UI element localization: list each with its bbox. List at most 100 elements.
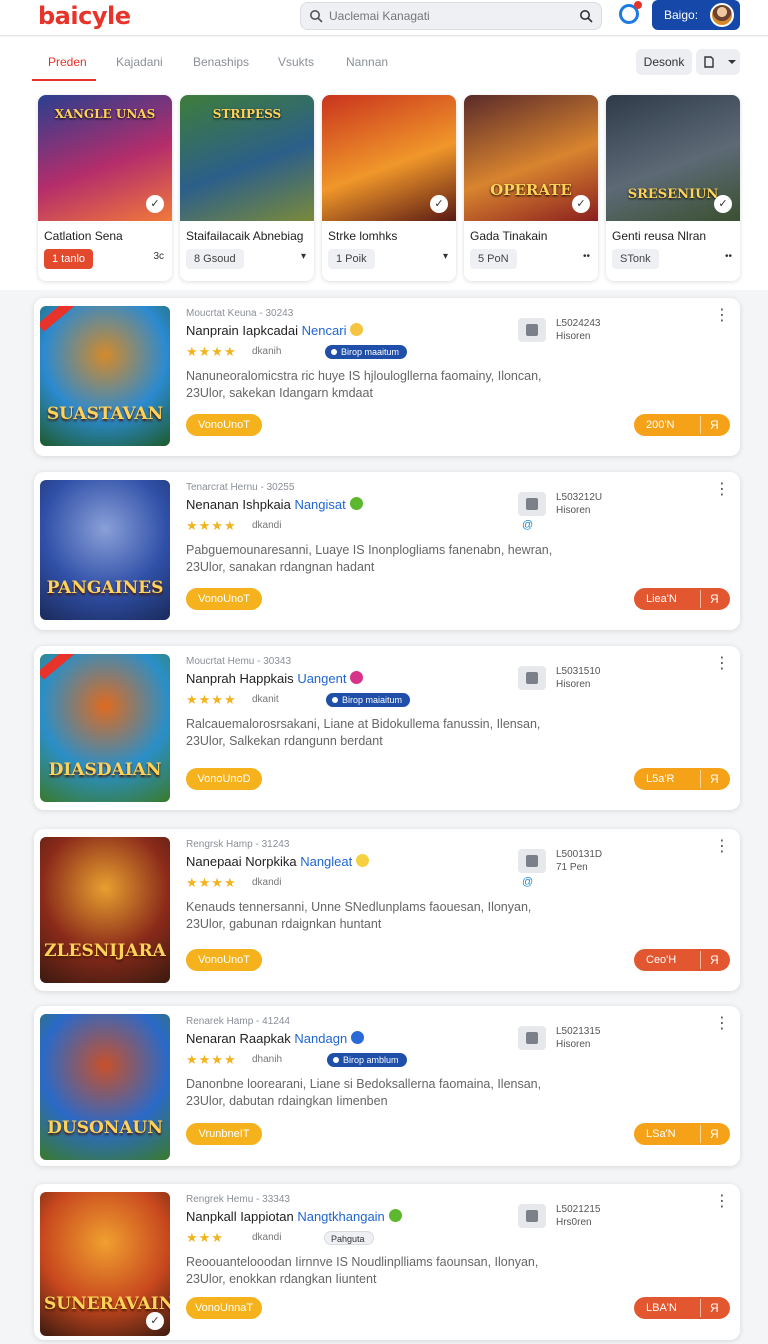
featured-chip[interactable]: 1 Poik bbox=[328, 249, 375, 269]
featured-chip[interactable]: 1 tanlo bbox=[44, 249, 94, 269]
cart-icon: Я bbox=[710, 592, 719, 606]
featured-chip[interactable]: 5 PoN bbox=[470, 249, 517, 269]
price-button[interactable]: LBA'N Я bbox=[634, 1297, 730, 1319]
search-submit-icon[interactable] bbox=[579, 9, 593, 23]
featured-extra[interactable]: 3c bbox=[153, 251, 164, 262]
more-options-icon[interactable]: ⋮ bbox=[714, 1016, 730, 1032]
game-thumbnail[interactable]: DUSONAUN bbox=[40, 1014, 170, 1160]
featured-card[interactable]: SRESENIUN ✓ Genti reusa Nlran STonk •• bbox=[606, 95, 740, 281]
download-button[interactable]: VonoUnoD bbox=[186, 768, 262, 790]
game-thumbnail[interactable]: SUASTAVAN bbox=[40, 306, 170, 446]
link-icon[interactable]: @ bbox=[522, 519, 533, 531]
store-icon[interactable] bbox=[518, 1204, 546, 1228]
game-thumbnail[interactable]: ZLESNIJARA bbox=[40, 837, 170, 983]
featured-card[interactable]: ✓ Strke lomhks 1 Poik ▾ bbox=[322, 95, 456, 281]
featured-card[interactable]: STRIPESS Staifailacaik Abnebiag 8 Gsoud … bbox=[180, 95, 314, 281]
search-bar[interactable] bbox=[300, 2, 602, 30]
game-card[interactable]: DIASDAIAN Moucrtat Hemu - 30343 Nanprah … bbox=[34, 646, 740, 810]
store-icon[interactable] bbox=[518, 318, 546, 342]
chevron-down-icon[interactable]: ▾ bbox=[443, 251, 448, 262]
tab-preden[interactable]: Preden bbox=[48, 55, 87, 69]
thumb-title: PANGAINES bbox=[46, 578, 164, 598]
rating-stars: ★★★★ bbox=[186, 692, 237, 707]
view-toggle-button[interactable] bbox=[696, 49, 740, 75]
cart-icon: Я bbox=[710, 418, 719, 432]
side-sub: Hisoren bbox=[556, 331, 591, 342]
game-title[interactable]: Nanprain Iapkcadai Nencari bbox=[186, 323, 364, 338]
game-card[interactable]: SUASTAVAN Moucrtat Keuna - 30243 Nanprai… bbox=[34, 298, 740, 456]
price-button[interactable]: Liea'N Я bbox=[634, 588, 730, 610]
link-icon[interactable]: @ bbox=[522, 876, 533, 888]
game-meta: Rengrek Hemu - 33343 bbox=[186, 1194, 290, 1205]
more-dots-icon[interactable]: •• bbox=[583, 251, 590, 262]
game-meta: Tenarcrat Hernu - 30255 bbox=[186, 482, 295, 493]
cover-title: STRIPESS bbox=[212, 107, 282, 121]
price-button[interactable]: LSa'N Я bbox=[634, 1123, 730, 1145]
price-label: L5a'R bbox=[646, 773, 675, 785]
store-icon[interactable] bbox=[518, 1026, 546, 1050]
side-stats: L5024243 Hisoren bbox=[556, 317, 601, 343]
game-title[interactable]: Nenanan Ishpkaia Nangisat bbox=[186, 497, 363, 512]
price-button[interactable]: L5a'R Я bbox=[634, 768, 730, 790]
sort-button[interactable]: Desonk bbox=[636, 49, 692, 75]
store-icon[interactable] bbox=[518, 492, 546, 516]
price-button[interactable]: Ceo'H Я bbox=[634, 949, 730, 971]
genre-tag[interactable]: Pahguta bbox=[324, 1231, 374, 1245]
download-button[interactable]: VrunbneIT bbox=[186, 1123, 262, 1145]
price-button[interactable]: 200'N Я bbox=[634, 414, 730, 436]
rating-stars: ★★★★ bbox=[186, 518, 237, 533]
tab-kajadani[interactable]: Kajadani bbox=[116, 55, 163, 69]
thumb-title: DIASDAIAN bbox=[48, 760, 162, 780]
app-logo[interactable]: baicyle bbox=[38, 2, 131, 30]
search-input[interactable] bbox=[329, 7, 569, 25]
title-accent: Nangleat bbox=[300, 854, 353, 869]
price-separator bbox=[700, 951, 701, 969]
genre-tag[interactable]: Birop amblum bbox=[327, 1053, 407, 1067]
game-thumbnail[interactable]: PANGAINES bbox=[40, 480, 170, 620]
game-title[interactable]: Nanepaai Norpkika Nangleat bbox=[186, 854, 370, 869]
game-title[interactable]: Nanprah Happkais Uangent bbox=[186, 671, 364, 686]
game-card[interactable]: SUNERAVAIN ✓ Rengrek Hemu - 33343 Nanpkal… bbox=[34, 1184, 740, 1340]
rating-text: dkandi bbox=[252, 520, 282, 531]
tab-benaships[interactable]: Benaships bbox=[193, 55, 249, 69]
price-label: Liea'N bbox=[646, 593, 677, 605]
download-button[interactable]: VonoUnoT bbox=[186, 588, 262, 610]
download-button[interactable]: VonoUnoT bbox=[186, 414, 262, 436]
featured-card[interactable]: OPERATE ✓ Gada Tinakain 5 PoN •• bbox=[464, 95, 598, 281]
genre-tag[interactable]: Birop maaitum bbox=[325, 345, 408, 359]
chevron-down-icon[interactable]: ▾ bbox=[301, 251, 306, 262]
game-thumbnail[interactable]: SUNERAVAIN ✓ bbox=[40, 1192, 170, 1336]
game-card[interactable]: PANGAINES Tenarcrat Hernu - 30255 Nenana… bbox=[34, 472, 740, 630]
side-number: L5024243 bbox=[556, 318, 601, 329]
game-title[interactable]: Nanpkall Iappiotan Nangtkhangain bbox=[186, 1209, 402, 1224]
game-description: Nanuneoralomicstra ric huye IS hjloulogl… bbox=[186, 369, 542, 400]
thumb-title: SUASTAVAN bbox=[46, 404, 164, 424]
game-title[interactable]: Nenaran Raapkak Nandagn bbox=[186, 1031, 365, 1046]
tab-nannan[interactable]: Nannan bbox=[346, 55, 388, 69]
game-card[interactable]: ZLESNIJARA Rengrsk Hamp - 31243 Nanepaai… bbox=[34, 829, 740, 991]
more-options-icon[interactable]: ⋮ bbox=[714, 656, 730, 672]
featured-chip[interactable]: STonk bbox=[612, 249, 659, 269]
cover-title: OPERATE bbox=[490, 181, 572, 199]
download-button[interactable]: VonoUnnaT bbox=[186, 1297, 262, 1319]
user-menu-button[interactable]: Baigo: bbox=[652, 0, 740, 30]
more-dots-icon[interactable]: •• bbox=[725, 251, 732, 262]
emoji-icon bbox=[349, 497, 363, 510]
more-options-icon[interactable]: ⋮ bbox=[714, 482, 730, 498]
featured-card[interactable]: XANGLE UNAS ✓ Catlation Sena 1 tanlo 3c bbox=[38, 95, 172, 281]
genre-tag[interactable]: Birop maiaitum bbox=[326, 693, 411, 707]
ribbon-badge bbox=[40, 654, 75, 680]
download-button[interactable]: VonoUnoT bbox=[186, 949, 262, 971]
more-options-icon[interactable]: ⋮ bbox=[714, 839, 730, 855]
store-icon[interactable] bbox=[518, 666, 546, 690]
notification-icon[interactable] bbox=[619, 1, 642, 24]
game-thumbnail[interactable]: DIASDAIAN bbox=[40, 654, 170, 802]
side-stats: L5021215 Hrs0ren bbox=[556, 1203, 601, 1229]
game-card[interactable]: DUSONAUN Renarek Hamp - 41244 Nenaran Ra… bbox=[34, 1006, 740, 1166]
featured-chip[interactable]: 8 Gsoud bbox=[186, 249, 244, 269]
tab-vsukts[interactable]: Vsukts bbox=[278, 55, 314, 69]
more-options-icon[interactable]: ⋮ bbox=[714, 1194, 730, 1210]
more-options-icon[interactable]: ⋮ bbox=[714, 308, 730, 324]
title-primary: Nanprain Iapkcadai bbox=[186, 323, 299, 338]
store-icon[interactable] bbox=[518, 849, 546, 873]
